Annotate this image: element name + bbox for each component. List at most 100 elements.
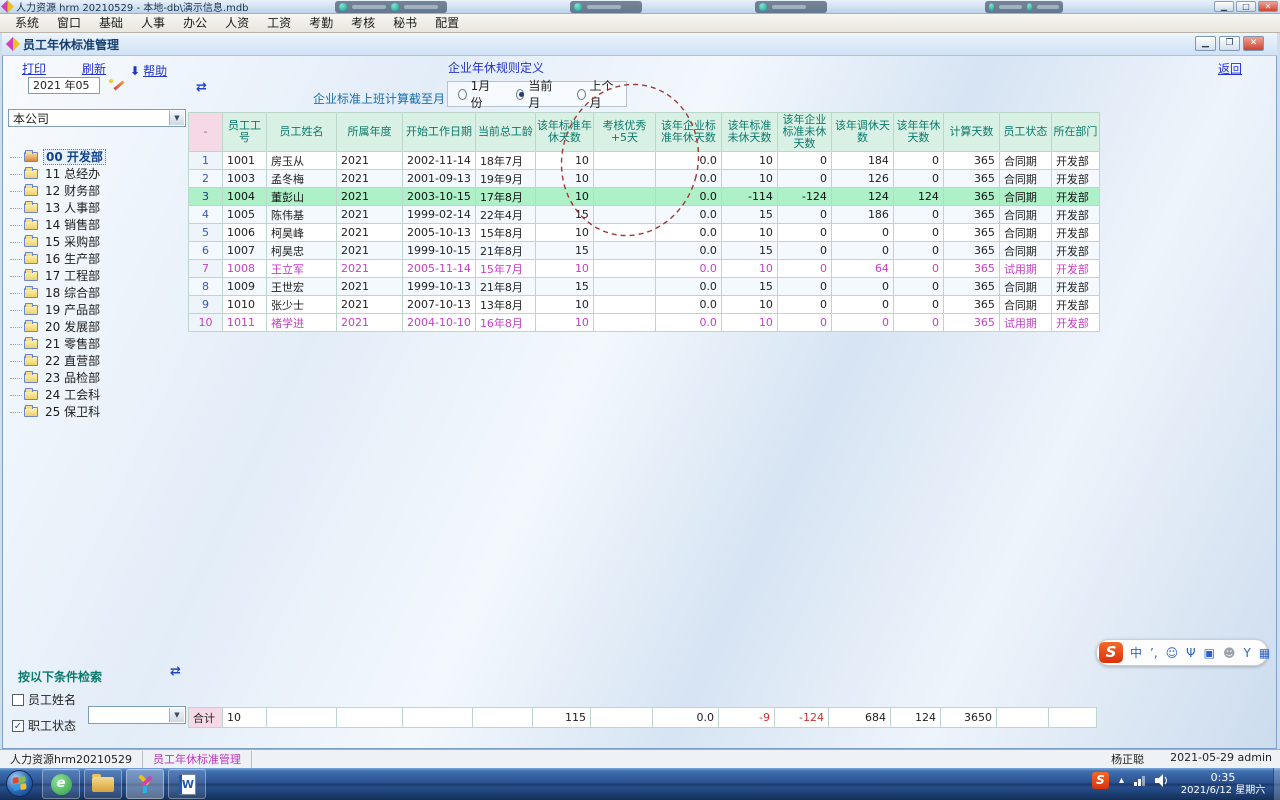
- table-cell[interactable]: 王立军: [267, 260, 337, 278]
- column-header[interactable]: 计算天数: [943, 113, 999, 152]
- table-cell[interactable]: 365: [943, 260, 999, 278]
- table-cell[interactable]: 2001-09-13: [403, 170, 476, 188]
- table-cell[interactable]: [593, 242, 655, 260]
- module-restore-button[interactable]: ❐: [1219, 36, 1240, 51]
- table-cell[interactable]: [593, 224, 655, 242]
- table-cell[interactable]: 0.0: [655, 170, 721, 188]
- name-filter-checkbox[interactable]: [12, 694, 24, 706]
- table-cell[interactable]: 0.0: [655, 152, 721, 170]
- table-cell[interactable]: 1003: [223, 170, 267, 188]
- table-cell[interactable]: 365: [943, 278, 999, 296]
- back-link[interactable]: 返回: [1218, 60, 1242, 77]
- column-header[interactable]: 该年标准未休天数: [721, 113, 777, 152]
- table-cell[interactable]: 21年8月: [475, 278, 535, 296]
- radio-selected[interactable]: 当前月: [516, 77, 555, 111]
- column-header[interactable]: 员工工号: [223, 113, 267, 152]
- taskbar-word-button[interactable]: W: [168, 769, 206, 799]
- table-cell[interactable]: 10: [535, 260, 593, 278]
- table-cell[interactable]: 16年8月: [475, 314, 535, 332]
- table-cell[interactable]: 1999-10-13: [403, 278, 476, 296]
- table-cell[interactable]: 10: [721, 152, 777, 170]
- table-cell[interactable]: 0: [893, 314, 943, 332]
- table-cell[interactable]: 0.0: [655, 224, 721, 242]
- table-row[interactable]: 21003孟冬梅20212001-09-1319年9月100.010012603…: [189, 170, 1100, 188]
- menu-item[interactable]: 系统: [6, 14, 48, 32]
- table-cell[interactable]: 0: [777, 152, 831, 170]
- table-cell[interactable]: 2021: [337, 206, 403, 224]
- table-cell[interactable]: 2021: [337, 260, 403, 278]
- table-cell[interactable]: 64: [831, 260, 893, 278]
- table-cell[interactable]: 开发部: [1051, 170, 1099, 188]
- table-cell[interactable]: 2021: [337, 314, 403, 332]
- table-cell[interactable]: 365: [943, 170, 999, 188]
- tree-item-12[interactable]: 12 财务部: [10, 183, 106, 199]
- column-header[interactable]: 该年标准年休天数: [535, 113, 593, 152]
- table-cell[interactable]: 365: [943, 314, 999, 332]
- table-cell[interactable]: 1999-02-14: [403, 206, 476, 224]
- table-cell[interactable]: 15年8月: [475, 224, 535, 242]
- column-header[interactable]: 该年企业标准未休天数: [777, 113, 831, 152]
- column-header[interactable]: 员工姓名: [267, 113, 337, 152]
- table-cell[interactable]: 365: [943, 206, 999, 224]
- name-filter-select[interactable]: ▼: [88, 706, 186, 724]
- table-cell[interactable]: 5: [189, 224, 223, 242]
- module-minimize-button[interactable]: ▁: [1195, 36, 1216, 51]
- table-cell[interactable]: 10: [535, 224, 593, 242]
- table-cell[interactable]: 8: [189, 278, 223, 296]
- column-header[interactable]: 该年企业标准年休天数: [655, 113, 721, 152]
- tree-item-25[interactable]: 25 保卫科: [10, 404, 106, 420]
- menu-item[interactable]: 人事: [132, 14, 174, 32]
- table-cell[interactable]: 21年8月: [475, 242, 535, 260]
- table-cell[interactable]: 0: [831, 278, 893, 296]
- table-cell[interactable]: 0.0: [655, 278, 721, 296]
- table-row[interactable]: 11001房玉从20212002-11-1418年7月100.010018403…: [189, 152, 1100, 170]
- table-cell[interactable]: [593, 188, 655, 206]
- table-cell[interactable]: 开发部: [1051, 242, 1099, 260]
- emoji-icon[interactable]: ☺: [1166, 646, 1179, 660]
- table-cell[interactable]: 褚学进: [267, 314, 337, 332]
- menu-item[interactable]: 配置: [426, 14, 468, 32]
- table-cell[interactable]: 365: [943, 224, 999, 242]
- table-cell[interactable]: 2: [189, 170, 223, 188]
- table-cell[interactable]: 0: [831, 296, 893, 314]
- table-cell[interactable]: 10: [721, 314, 777, 332]
- table-cell[interactable]: 合同期: [999, 170, 1051, 188]
- tree-item-20[interactable]: 20 发展部: [10, 319, 106, 335]
- table-cell[interactable]: 365: [943, 188, 999, 206]
- table-cell[interactable]: 合同期: [999, 242, 1051, 260]
- table-cell[interactable]: [593, 206, 655, 224]
- table-row[interactable]: 31004董彭山20212003-10-1517年8月100.0-114-124…: [189, 188, 1100, 206]
- table-cell[interactable]: 0.0: [655, 314, 721, 332]
- table-cell[interactable]: 开发部: [1051, 296, 1099, 314]
- table-cell[interactable]: 合同期: [999, 152, 1051, 170]
- menu-item[interactable]: 窗口: [48, 14, 90, 32]
- table-cell[interactable]: [593, 170, 655, 188]
- tree-item-22[interactable]: 22 直营部: [10, 353, 106, 369]
- table-cell[interactable]: 2003-10-15: [403, 188, 476, 206]
- table-cell[interactable]: 2021: [337, 152, 403, 170]
- table-row[interactable]: 101011褚学进20212004-10-1016年8月100.01000036…: [189, 314, 1100, 332]
- maximize-button[interactable]: □: [1236, 1, 1256, 12]
- table-cell[interactable]: 1999-10-15: [403, 242, 476, 260]
- status-tab[interactable]: 人力资源hrm20210529: [0, 751, 143, 768]
- sogou-tray-icon[interactable]: S: [1092, 772, 1109, 789]
- module-close-button[interactable]: ✕: [1243, 36, 1264, 51]
- table-cell[interactable]: 合同期: [999, 224, 1051, 242]
- table-cell[interactable]: 4: [189, 206, 223, 224]
- column-header[interactable]: 当前总工龄: [475, 113, 535, 152]
- close-button[interactable]: ✕: [1258, 1, 1278, 12]
- table-cell[interactable]: 10: [535, 296, 593, 314]
- table-row[interactable]: 71008王立军20212005-11-1415年7月100.010064036…: [189, 260, 1100, 278]
- table-cell[interactable]: 1005: [223, 206, 267, 224]
- table-cell[interactable]: [593, 296, 655, 314]
- table-cell[interactable]: 0: [777, 260, 831, 278]
- table-cell[interactable]: 2007-10-13: [403, 296, 476, 314]
- table-cell[interactable]: 10: [535, 152, 593, 170]
- table-cell[interactable]: [593, 260, 655, 278]
- table-cell[interactable]: 0.0: [655, 206, 721, 224]
- radio-option[interactable]: 上个月: [577, 77, 616, 111]
- table-cell[interactable]: 合同期: [999, 278, 1051, 296]
- table-cell[interactable]: 19年9月: [475, 170, 535, 188]
- table-cell[interactable]: 15: [721, 206, 777, 224]
- table-cell[interactable]: 0: [893, 224, 943, 242]
